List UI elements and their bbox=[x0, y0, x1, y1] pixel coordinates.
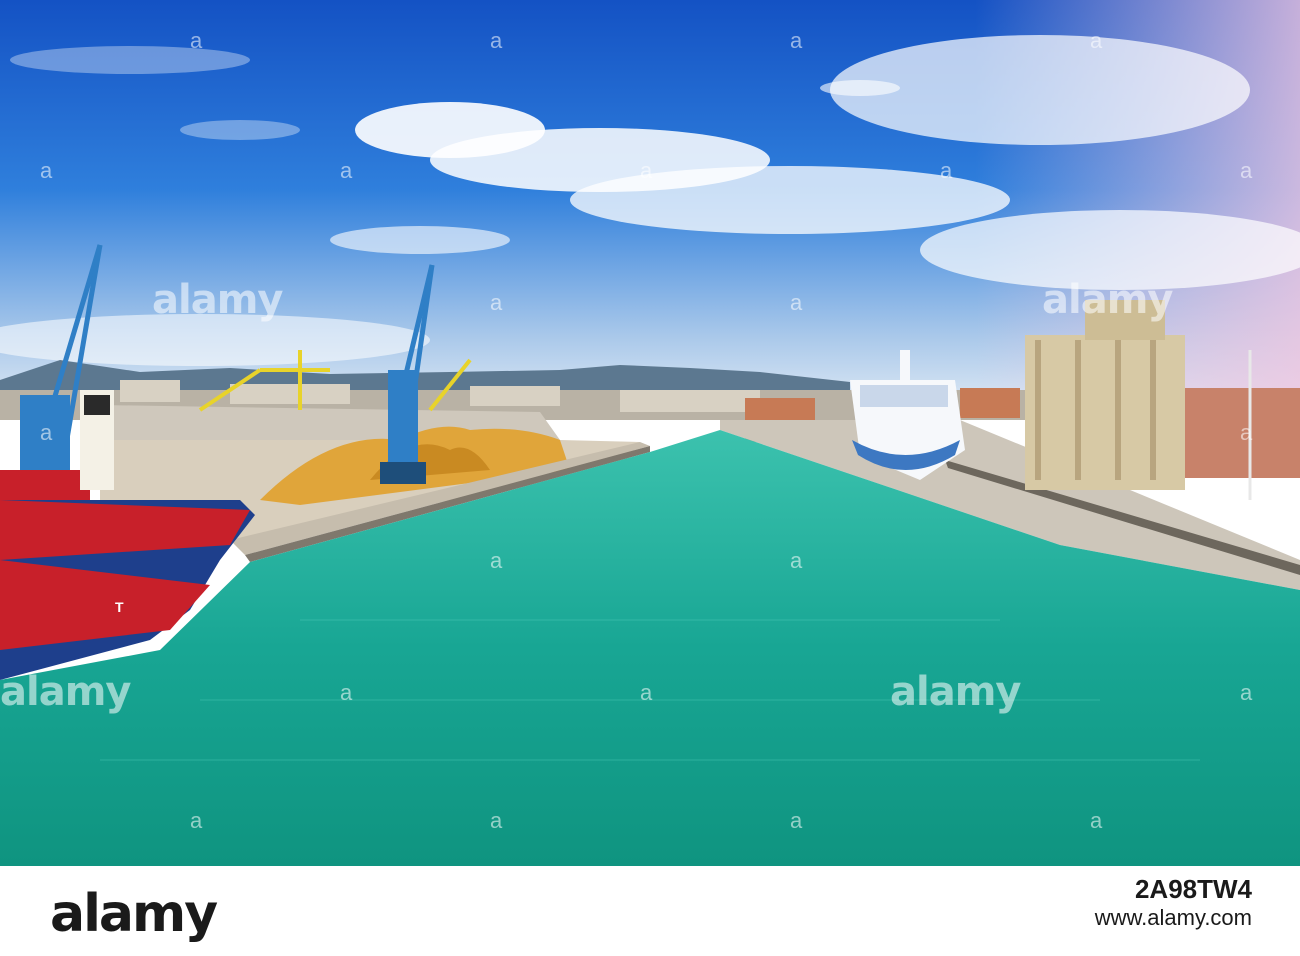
alamy-logo: alamy bbox=[50, 884, 218, 944]
image-id: 2A98TW4 bbox=[1134, 874, 1252, 904]
watermark-mark: a bbox=[640, 420, 653, 445]
watermark-text: alamy bbox=[1042, 277, 1173, 323]
watermark-mark: a bbox=[790, 808, 803, 833]
hull-marking: T bbox=[115, 599, 124, 615]
watermark-mark: a bbox=[1240, 420, 1253, 445]
watermark-mark: a bbox=[1090, 28, 1103, 53]
watermark-mark: a bbox=[1240, 680, 1253, 705]
watermark-mark: a bbox=[490, 808, 503, 833]
watermark-text: alamy bbox=[152, 277, 283, 323]
watermark-mark: a bbox=[940, 158, 953, 183]
watermark-mark: a bbox=[790, 28, 803, 53]
image-credit: 2A98TW4 www.alamy.com bbox=[1095, 874, 1252, 931]
watermark-mark: a bbox=[190, 808, 203, 833]
watermark-mark: a bbox=[640, 158, 653, 183]
watermark-mark: a bbox=[190, 28, 203, 53]
watermark-mark: a bbox=[490, 548, 503, 573]
watermark-mark: a bbox=[40, 158, 53, 183]
watermark-text: alamy bbox=[0, 669, 131, 715]
site-url: www.alamy.com bbox=[1094, 905, 1252, 930]
watermark-text: alamy bbox=[890, 669, 1021, 715]
watermark-mark: a bbox=[1240, 158, 1253, 183]
watermark-mark: a bbox=[40, 420, 53, 445]
watermark-mark: a bbox=[340, 158, 353, 183]
watermark-mark: a bbox=[790, 290, 803, 315]
watermark-mark: a bbox=[790, 548, 803, 573]
harbor-photo: T alamy alamy alamy alamy a a a a a a a … bbox=[0, 0, 1300, 866]
watermark-mark: a bbox=[340, 680, 353, 705]
watermark-mark: a bbox=[490, 28, 503, 53]
watermark-mark: a bbox=[490, 290, 503, 315]
watermark-mark: a bbox=[1090, 808, 1103, 833]
watermark-mark: a bbox=[640, 680, 653, 705]
footer-bar: alamy 2A98TW4 www.alamy.com bbox=[0, 866, 1300, 956]
